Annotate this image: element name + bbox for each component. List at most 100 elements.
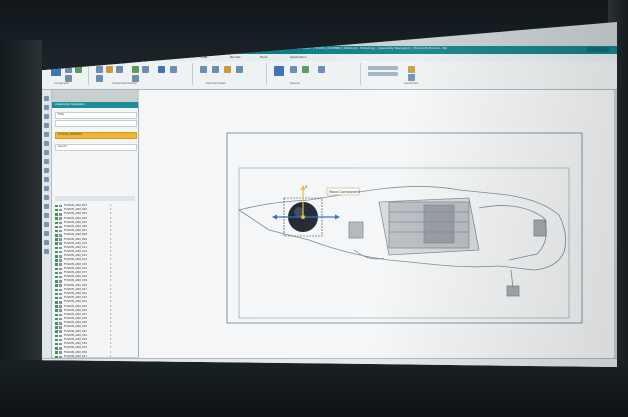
checkbox-icon[interactable] — [55, 208, 58, 212]
checkbox-icon[interactable] — [55, 330, 58, 333]
checkbox-icon[interactable] — [55, 259, 58, 262]
general-tool-button[interactable] — [290, 66, 297, 73]
check-clearance-button[interactable] — [132, 66, 139, 73]
ribbon-tab-application[interactable]: Application — [290, 55, 307, 59]
resource-bar-icon[interactable] — [44, 240, 49, 245]
assembly-tool-button[interactable] — [408, 74, 415, 81]
general-tool-button[interactable] — [318, 66, 325, 73]
resource-bar-icon[interactable] — [44, 186, 49, 191]
tree-item-qty: 1 — [110, 229, 112, 233]
edit-explosion-button[interactable] — [224, 66, 231, 73]
checkbox-icon[interactable] — [55, 250, 58, 254]
checkbox-icon[interactable] — [55, 309, 58, 312]
position-tool-button[interactable] — [96, 75, 103, 82]
checkbox-icon[interactable] — [55, 204, 58, 208]
tree-item-name: FUSION_ASM_031 — [64, 329, 87, 333]
checkbox-icon[interactable] — [55, 217, 58, 220]
ribbon-group-general: General — [270, 63, 361, 85]
x-axis-arrow-icon[interactable] — [335, 214, 340, 220]
assembly-tool-button[interactable] — [408, 66, 415, 73]
position-option-button[interactable] — [170, 66, 177, 73]
checkbox-icon[interactable] — [55, 255, 58, 258]
checkbox-icon[interactable] — [55, 305, 58, 308]
resource-bar-icon[interactable] — [44, 249, 49, 254]
model-canvas[interactable]: Move Component X — [139, 90, 614, 362]
checkbox-icon[interactable] — [55, 225, 58, 229]
origin-handle[interactable] — [301, 215, 305, 219]
assembly-dropdown[interactable] — [368, 66, 398, 70]
checkbox-icon[interactable] — [55, 301, 58, 304]
resource-bar-icon[interactable] — [44, 123, 49, 128]
checkbox-icon[interactable] — [55, 326, 58, 329]
wave-geometry-linker-button[interactable] — [274, 66, 284, 76]
search-field[interactable]: Search — [55, 144, 137, 151]
checkbox-icon[interactable] — [55, 229, 58, 233]
explosion-tool-button[interactable] — [236, 66, 243, 73]
filter-field[interactable]: Filter — [55, 112, 137, 119]
new-component-button[interactable] — [65, 66, 72, 73]
resource-bar-icon[interactable] — [44, 114, 49, 119]
ribbon-tab-render[interactable]: Render — [230, 55, 241, 59]
x-axis-arrow-icon[interactable] — [272, 214, 277, 220]
assembly-model[interactable] — [238, 186, 567, 297]
mirror-assembly-button[interactable] — [75, 66, 82, 73]
checkbox-icon[interactable] — [55, 288, 58, 292]
checkbox-icon[interactable] — [55, 292, 58, 296]
assembly-constraints-button[interactable] — [106, 66, 113, 73]
checkbox-icon[interactable] — [55, 221, 58, 225]
graphics-viewport[interactable]: Move Component X — [139, 90, 614, 362]
resource-bar-icon[interactable] — [44, 231, 49, 236]
position-tool-button[interactable] — [132, 75, 139, 82]
resource-bar-icon[interactable] — [44, 132, 49, 137]
show-constraints-button[interactable] — [116, 66, 123, 73]
checkbox-icon[interactable] — [55, 284, 58, 287]
resource-bar-icon[interactable] — [44, 177, 49, 182]
resource-bar-icon[interactable] — [44, 141, 49, 146]
checkbox-icon[interactable] — [55, 213, 58, 216]
checkbox-icon[interactable] — [55, 296, 58, 300]
resource-bar-icon[interactable] — [44, 168, 49, 173]
add-component-button[interactable] — [51, 66, 61, 76]
new-explosion-button[interactable] — [212, 66, 219, 73]
active-assembly-item[interactable]: FUSION_ASSEMBLY — [55, 132, 137, 139]
checkbox-icon[interactable] — [55, 334, 58, 338]
resource-bar-icon[interactable] — [44, 159, 49, 164]
resource-bar-icon[interactable] — [44, 105, 49, 110]
ribbon-tab-tools[interactable]: Tools — [260, 55, 267, 59]
tree-item-name: FUSION_ASM_029 — [64, 321, 87, 325]
component-icon — [59, 217, 62, 220]
remember-constraints-button[interactable] — [142, 66, 149, 73]
checkbox-icon[interactable] — [55, 342, 58, 346]
resource-bar-icon[interactable] — [44, 150, 49, 155]
checkbox-icon[interactable] — [55, 271, 58, 275]
checkbox-icon[interactable] — [55, 267, 58, 271]
window-controls[interactable] — [587, 47, 609, 52]
checkbox-icon[interactable] — [55, 317, 58, 321]
checkbox-icon[interactable] — [55, 263, 58, 266]
checkbox-icon[interactable] — [55, 234, 58, 237]
array-component-button[interactable] — [65, 75, 72, 82]
checkbox-icon[interactable] — [55, 242, 58, 245]
checkbox-icon[interactable] — [55, 275, 58, 279]
checkbox-icon[interactable] — [55, 313, 58, 317]
checkbox-icon[interactable] — [55, 351, 58, 354]
navigator-tabs[interactable] — [55, 196, 135, 201]
resource-bar-icon[interactable] — [44, 195, 49, 200]
resource-bar-icon[interactable] — [44, 204, 49, 209]
checkbox-icon[interactable] — [55, 280, 58, 283]
exploded-view-button[interactable] — [200, 66, 207, 73]
resource-bar-icon[interactable] — [44, 222, 49, 227]
checkbox-icon[interactable] — [55, 238, 58, 241]
tree-item-name: FUSION_ASM_009 — [64, 237, 87, 241]
checkbox-icon[interactable] — [55, 322, 58, 325]
checkbox-icon[interactable] — [55, 338, 58, 342]
resource-bar-icon[interactable] — [44, 96, 49, 101]
navigator-options-row[interactable] — [55, 120, 137, 127]
general-tool-button[interactable] — [302, 66, 309, 73]
checkbox-icon[interactable] — [55, 246, 58, 250]
checkbox-icon[interactable] — [55, 347, 58, 350]
move-component-button[interactable] — [96, 66, 103, 73]
resource-bar-icon[interactable] — [44, 213, 49, 218]
position-tool-button[interactable] — [158, 66, 165, 73]
assembly-dropdown[interactable] — [368, 72, 398, 76]
